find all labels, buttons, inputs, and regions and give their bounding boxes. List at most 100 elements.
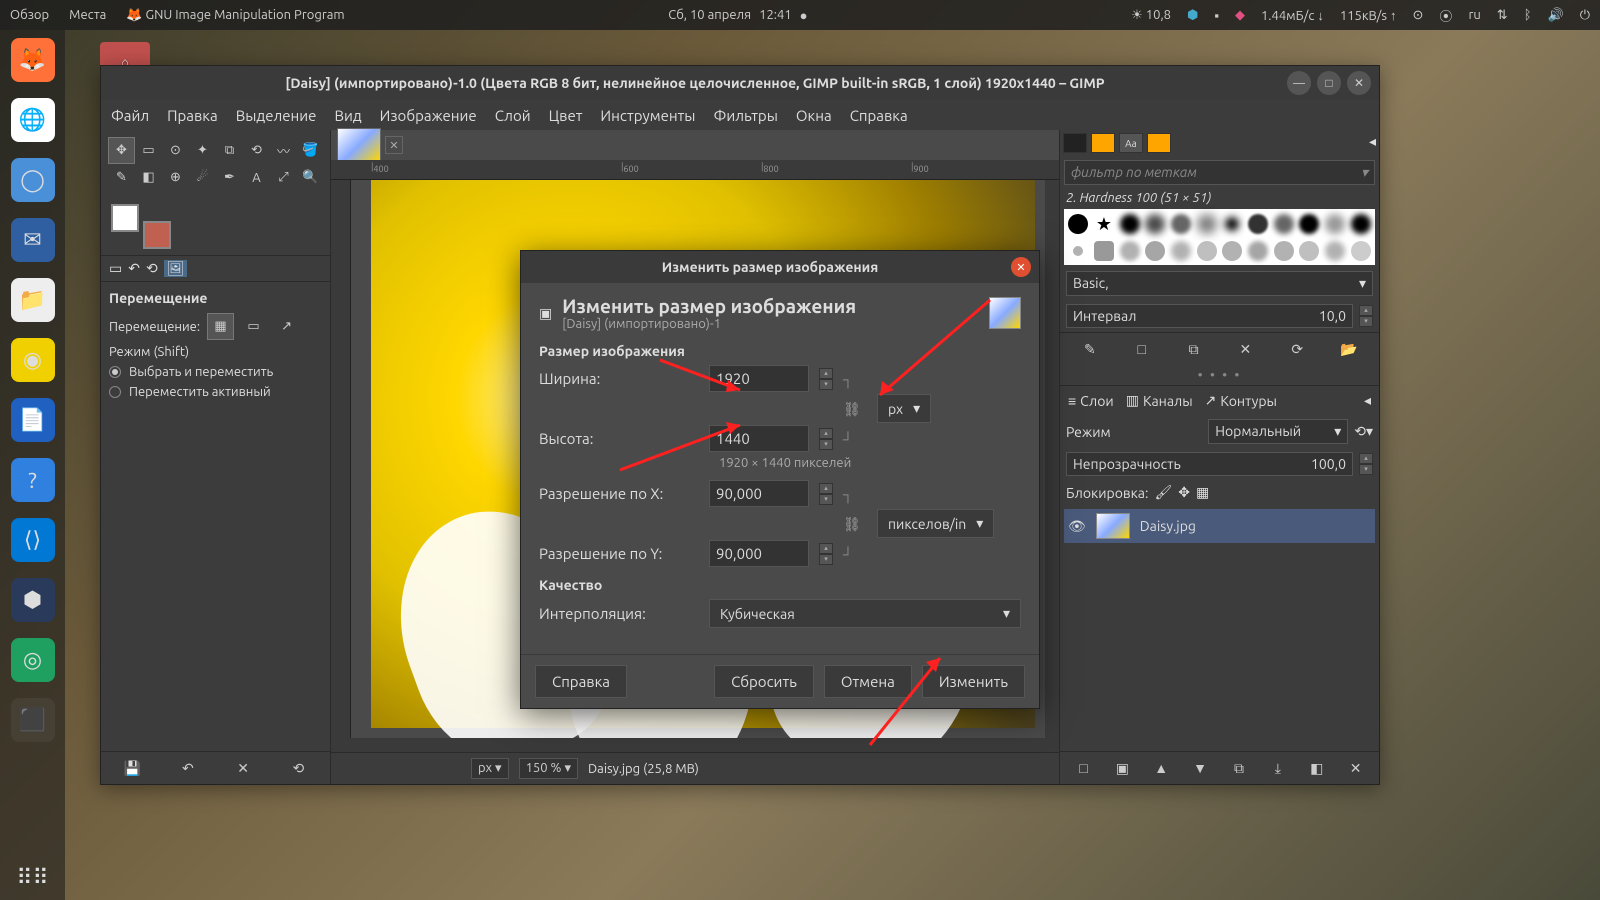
tool-fuzzy-select[interactable]: ✦ xyxy=(190,138,215,163)
new-brush-icon[interactable]: □ xyxy=(1132,339,1152,359)
active-app[interactable]: 🦊 GNU Image Manipulation Program xyxy=(126,8,344,23)
spacing-spinner[interactable]: ▴▾ xyxy=(1359,305,1373,327)
dock-rhythmbox[interactable]: ◉ xyxy=(11,338,55,382)
menu-select[interactable]: Выделение xyxy=(236,107,317,124)
help-button[interactable]: Справка xyxy=(535,665,627,698)
blend-mode-select[interactable]: Нормальный▾ xyxy=(1208,419,1348,444)
layers-menu-icon[interactable]: ◂ xyxy=(1364,392,1371,409)
tray-icon[interactable]: ▪ xyxy=(1214,8,1219,23)
tool-rect-select[interactable]: ▭ xyxy=(136,138,161,163)
opacity-spinner[interactable]: ▴▾ xyxy=(1359,453,1373,475)
horizontal-scrollbar[interactable] xyxy=(331,738,1059,752)
dock-chromium[interactable]: ◯ xyxy=(11,158,55,202)
tool-smudge[interactable]: ☄ xyxy=(190,165,215,190)
new-layer-icon[interactable]: □ xyxy=(1073,758,1093,778)
delete-brush-icon[interactable]: ✕ xyxy=(1235,339,1255,359)
tab-channels[interactable]: ▥Каналы xyxy=(1126,392,1193,409)
keyboard-layout[interactable]: ru xyxy=(1468,8,1480,22)
refresh-brush-icon[interactable]: ⟳ xyxy=(1287,339,1307,359)
menu-tools[interactable]: Инструменты xyxy=(600,107,695,124)
resy-spinner[interactable]: ▴▾ xyxy=(819,543,833,565)
delete-preset-icon[interactable]: ✕ xyxy=(233,758,253,778)
duplicate-brush-icon[interactable]: ⧉ xyxy=(1184,339,1204,359)
cube-icon[interactable]: ◆ xyxy=(1235,8,1245,23)
tool-eraser[interactable]: ◧ xyxy=(136,165,161,190)
brushes-tab[interactable] xyxy=(1063,133,1087,153)
chain-link-icon[interactable]: ⛓ xyxy=(843,401,859,417)
layer-opacity[interactable]: Непрозрачность100,0 xyxy=(1066,452,1353,476)
tool-free-select[interactable]: ⊙ xyxy=(163,138,188,163)
menu-image[interactable]: Изображение xyxy=(380,107,477,124)
dock-vscode[interactable]: ⟨⟩ xyxy=(11,518,55,562)
brush-grid[interactable]: ★ xyxy=(1064,209,1375,265)
dock-apps-grid[interactable]: ⠿⠿ xyxy=(11,856,55,900)
images-tab[interactable]: 🖼 xyxy=(164,260,188,277)
move-mode-layer[interactable]: ▦ xyxy=(208,314,233,339)
height-input[interactable]: 1440 xyxy=(709,425,809,452)
resolution-y-input[interactable]: 90,000 xyxy=(709,540,809,567)
interpolation-select[interactable]: Кубическая▾ xyxy=(709,599,1021,628)
notification-dot[interactable]: ● xyxy=(800,8,808,23)
menu-edit[interactable]: Правка xyxy=(167,107,218,124)
bluetooth-icon[interactable]: ᛒ xyxy=(1524,8,1532,22)
status-zoom-select[interactable]: 150 % ▾ xyxy=(519,758,578,779)
resx-spinner[interactable]: ▴▾ xyxy=(819,483,833,505)
edit-brush-icon[interactable]: ✎ xyxy=(1080,339,1100,359)
lock-pixels-icon[interactable]: 🖌 xyxy=(1154,484,1172,501)
dock-files[interactable]: 📁 xyxy=(11,278,55,322)
layer-row[interactable]: 👁 Daisy.jpg xyxy=(1064,509,1375,543)
dock-firefox[interactable]: 🦊 xyxy=(11,38,55,82)
horizontal-ruler[interactable]: |400 |600 |800 |900 xyxy=(331,160,1059,180)
lock-alpha-icon[interactable]: ▦ xyxy=(1196,484,1209,501)
status-unit-select[interactable]: px ▾ xyxy=(471,758,509,779)
panel-menu-icon[interactable]: ◂ xyxy=(1369,133,1376,153)
merge-down-icon[interactable]: ⤓ xyxy=(1268,758,1288,778)
network-icon[interactable]: ⇅ xyxy=(1497,8,1508,23)
save-preset-icon[interactable]: 💾 xyxy=(123,758,143,778)
brush-spacing[interactable]: Интервал10,0 xyxy=(1066,304,1353,328)
tab-paths[interactable]: ↗Контуры xyxy=(1205,392,1277,409)
tool-bucket[interactable]: 🪣 xyxy=(298,138,323,163)
menu-layer[interactable]: Слой xyxy=(495,107,531,124)
layer-name[interactable]: Daisy.jpg xyxy=(1140,518,1196,534)
menu-color[interactable]: Цвет xyxy=(549,107,583,124)
tool-color-picker[interactable]: ⤢ xyxy=(271,165,296,190)
delete-layer-icon[interactable]: ✕ xyxy=(1346,758,1366,778)
tool-zoom[interactable]: 🔍 xyxy=(298,165,323,190)
lock-position-icon[interactable]: ✥ xyxy=(1178,484,1190,501)
maximize-button[interactable]: □ xyxy=(1317,71,1341,95)
move-mode-selection[interactable]: ▭ xyxy=(241,314,266,339)
qbit-icon[interactable]: ⬢ xyxy=(1187,8,1198,23)
mask-icon[interactable]: ◧ xyxy=(1307,758,1327,778)
minimize-button[interactable]: — xyxy=(1287,71,1311,95)
menu-view[interactable]: Вид xyxy=(334,107,361,124)
clock-date[interactable]: Сб, 10 апреля xyxy=(668,8,751,22)
brush-preset-select[interactable]: Basic,▾ xyxy=(1066,271,1373,296)
tool-path[interactable]: ✒ xyxy=(217,165,242,190)
a11y-icon[interactable]: ⦿ xyxy=(1439,6,1452,25)
tool-move[interactable]: ✥ xyxy=(109,138,134,163)
history-tab[interactable] xyxy=(1147,133,1171,153)
tool-clone[interactable]: ⊕ xyxy=(163,165,188,190)
raise-layer-icon[interactable]: ▲ xyxy=(1151,758,1171,778)
close-button[interactable]: ✕ xyxy=(1347,71,1371,95)
res-chain-link-icon[interactable]: ⛓ xyxy=(843,516,859,532)
tool-text[interactable]: A xyxy=(244,165,269,190)
open-brush-icon[interactable]: 📂 xyxy=(1339,339,1359,359)
background-color[interactable] xyxy=(143,221,171,249)
device-status-tab[interactable]: ↶ xyxy=(128,260,140,277)
lower-layer-icon[interactable]: ▼ xyxy=(1190,758,1210,778)
brush-filter[interactable]: фильтр по меткам▾ xyxy=(1064,160,1375,185)
menu-file[interactable]: Файл xyxy=(111,107,149,124)
tool-opts-tab[interactable]: ▭ xyxy=(109,260,122,277)
menu-filters[interactable]: Фильтры xyxy=(713,107,777,124)
reset-preset-icon[interactable]: ⟲ xyxy=(288,758,308,778)
volume-icon[interactable]: 🔊 xyxy=(1548,8,1564,23)
image-tab[interactable] xyxy=(337,128,381,162)
fonts-tab[interactable]: Aa xyxy=(1119,133,1143,153)
clock-time[interactable]: 12:41 xyxy=(759,8,792,22)
fg-bg-colors[interactable] xyxy=(111,204,171,249)
dock-help[interactable]: ? xyxy=(11,458,55,502)
height-spinner[interactable]: ▴▾ xyxy=(819,428,833,450)
width-input[interactable]: 1920 xyxy=(709,365,809,392)
